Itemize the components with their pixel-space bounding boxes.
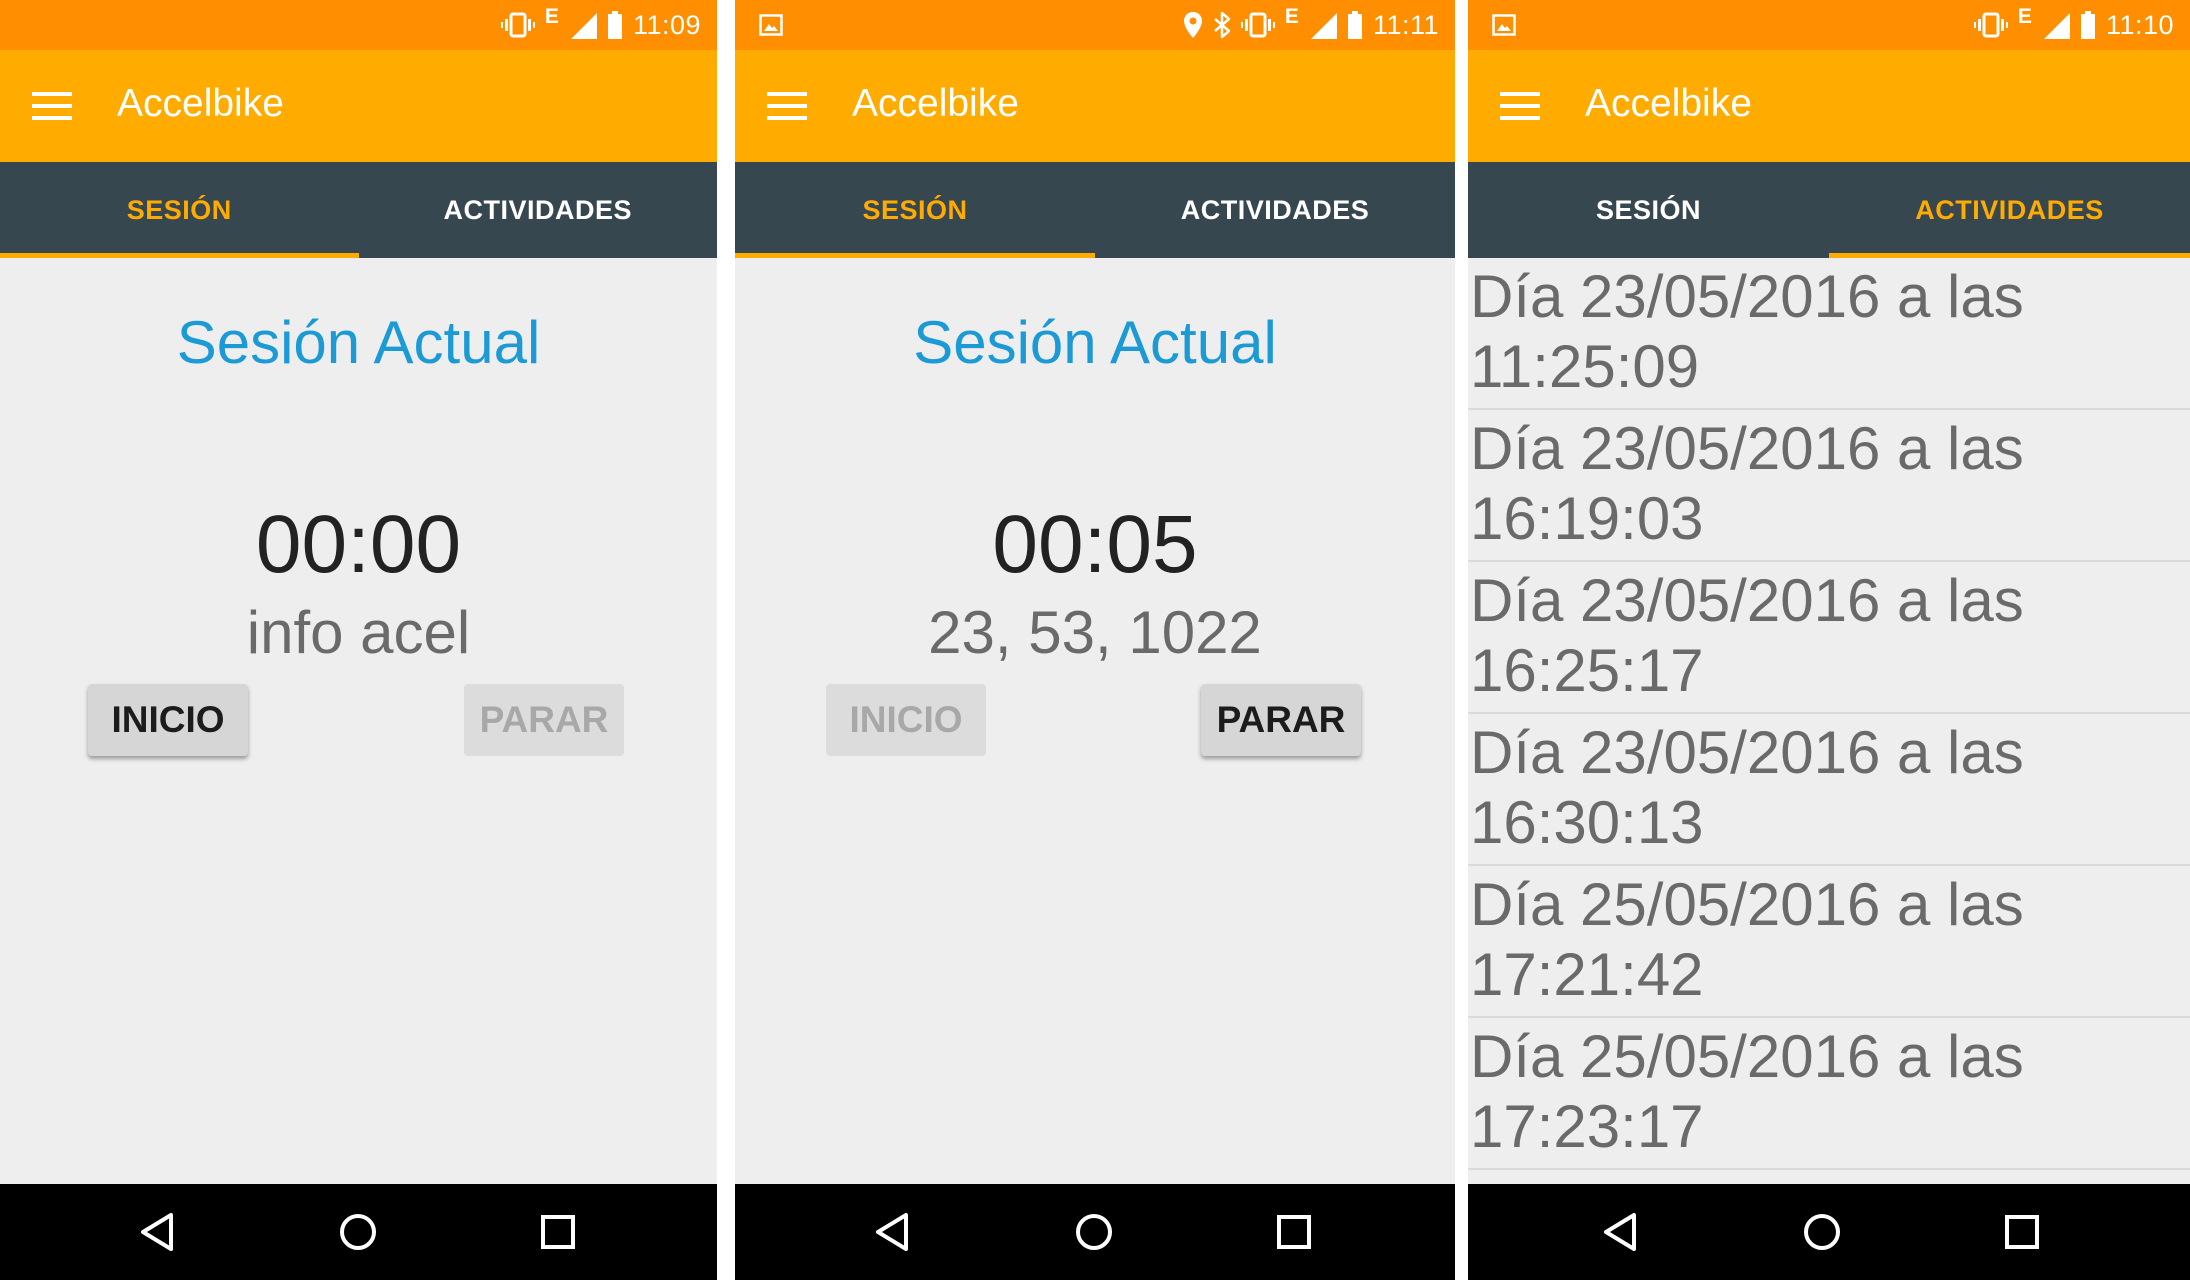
back-icon[interactable] <box>135 1208 183 1256</box>
image-icon <box>759 14 783 36</box>
stop-button[interactable]: PARAR <box>1201 684 1361 756</box>
app-title: Accelbike <box>117 82 284 125</box>
activity-time: 16:25:17 <box>1470 637 1704 704</box>
battery-icon <box>607 11 623 39</box>
tab-activities[interactable]: ACTIVIDADES <box>359 162 718 258</box>
tab-session[interactable]: SESIÓN <box>735 162 1095 258</box>
tab-bar: SESIÓN ACTIVIDADES <box>0 162 717 258</box>
activity-date: Día 23/05/2016 a las <box>1470 415 2024 482</box>
signal-icon <box>1309 11 1337 39</box>
session-title: Sesión Actual <box>913 309 1277 376</box>
tab-activities[interactable]: ACTIVIDADES <box>1095 162 1455 258</box>
phone-screen-activities: E 11:10 Accelbike SESIÓN ACTIVIDADES Día… <box>1468 0 2190 1280</box>
menu-icon[interactable] <box>32 90 72 122</box>
session-panel: Sesión Actual 00:05 23, 53, 1022 INICIO … <box>735 258 1455 1184</box>
network-type-label: E <box>1284 5 1299 28</box>
session-timer: 00:05 <box>992 499 1198 590</box>
recents-icon[interactable] <box>1270 1208 1318 1256</box>
navigation-bar <box>735 1184 1455 1280</box>
activities-list: Día 23/05/2016 a las 11:25:09 Día 23/05/… <box>1468 258 2190 1170</box>
menu-icon[interactable] <box>1500 90 1540 122</box>
battery-icon <box>1347 11 1363 39</box>
stop-button: PARAR <box>464 684 624 756</box>
vibrate-icon <box>1973 12 2008 38</box>
menu-icon[interactable] <box>767 90 807 122</box>
signal-icon <box>2042 11 2070 39</box>
activity-date: Día 23/05/2016 a las <box>1470 263 2024 330</box>
app-title: Accelbike <box>1585 82 1752 125</box>
activity-date: Día 23/05/2016 a las <box>1470 567 2024 634</box>
session-title: Sesión Actual <box>176 309 541 376</box>
vibrate-icon <box>500 12 535 38</box>
activity-list-item[interactable]: Día 23/05/2016 a las 16:19:03 <box>1468 410 2190 562</box>
phone-screen-session-idle: E 11:09 Accelbike SESIÓN ACTIVIDADES Ses… <box>0 0 717 1280</box>
phone-screen-session-running: E 11:11 Accelbike SESIÓN ACTIVIDADES Ses… <box>735 0 1455 1280</box>
app-title: Accelbike <box>852 82 1019 125</box>
status-time: 11:09 <box>632 9 701 40</box>
tab-bar: SESIÓN ACTIVIDADES <box>1468 162 2190 258</box>
back-icon[interactable] <box>870 1208 918 1256</box>
signal-icon <box>569 11 597 39</box>
app-bar: Accelbike <box>735 50 1455 162</box>
activity-time: 17:23:17 <box>1470 1093 1704 1160</box>
navigation-bar <box>1468 1184 2190 1280</box>
tab-session[interactable]: SESIÓN <box>1468 162 1829 258</box>
recents-icon[interactable] <box>1998 1208 2046 1256</box>
activity-time: 16:30:13 <box>1470 789 1704 856</box>
activity-list-item[interactable]: Día 23/05/2016 a las 11:25:09 <box>1468 258 2190 410</box>
start-button[interactable]: INICIO <box>88 684 248 756</box>
status-time: 11:10 <box>2105 9 2174 40</box>
activity-date: Día 25/05/2016 a las <box>1470 1023 2024 1090</box>
activity-list-item[interactable]: Día 25/05/2016 a las 17:23:17 <box>1468 1018 2190 1170</box>
activity-time: 11:25:09 <box>1470 333 1700 400</box>
bluetooth-icon <box>1213 11 1231 39</box>
accelerometer-info: 23, 53, 1022 <box>928 599 1262 666</box>
location-icon <box>1183 11 1203 39</box>
activity-date: Día 25/05/2016 a las <box>1470 871 2024 938</box>
activity-list-item[interactable]: Día 25/05/2016 a las 17:21:42 <box>1468 866 2190 1018</box>
status-time: 11:11 <box>1372 9 1439 40</box>
navigation-bar <box>0 1184 717 1280</box>
image-icon <box>1492 14 1516 36</box>
home-icon[interactable] <box>334 1208 382 1256</box>
status-bar: E 11:11 <box>735 0 1455 50</box>
session-panel: Sesión Actual 00:00 info acel INICIO PAR… <box>0 258 717 1184</box>
back-icon[interactable] <box>1598 1208 1646 1256</box>
start-button: INICIO <box>826 684 986 756</box>
home-icon[interactable] <box>1070 1208 1118 1256</box>
tab-activities[interactable]: ACTIVIDADES <box>1829 162 2190 258</box>
accelerometer-info: info acel <box>246 599 471 666</box>
activity-list-item[interactable]: Día 23/05/2016 a las 16:25:17 <box>1468 562 2190 714</box>
tab-bar: SESIÓN ACTIVIDADES <box>735 162 1455 258</box>
status-bar: E 11:09 <box>0 0 717 50</box>
app-bar: Accelbike <box>1468 50 2190 162</box>
tab-session[interactable]: SESIÓN <box>0 162 359 258</box>
home-icon[interactable] <box>1798 1208 1846 1256</box>
battery-icon <box>2080 11 2096 39</box>
network-type-label: E <box>544 5 559 28</box>
app-bar: Accelbike <box>0 50 717 162</box>
recents-icon[interactable] <box>534 1208 582 1256</box>
activity-date: Día 23/05/2016 a las <box>1470 719 2024 786</box>
activity-time: 17:21:42 <box>1470 941 1704 1008</box>
status-bar: E 11:10 <box>1468 0 2190 50</box>
activity-time: 16:19:03 <box>1470 485 1704 552</box>
activities-list-panel: Día 23/05/2016 a las 11:25:09 Día 23/05/… <box>1468 258 2190 1184</box>
vibrate-icon <box>1240 12 1275 38</box>
session-timer: 00:00 <box>255 499 462 590</box>
activity-list-item[interactable]: Día 23/05/2016 a las 16:30:13 <box>1468 714 2190 866</box>
network-type-label: E <box>2017 5 2032 28</box>
